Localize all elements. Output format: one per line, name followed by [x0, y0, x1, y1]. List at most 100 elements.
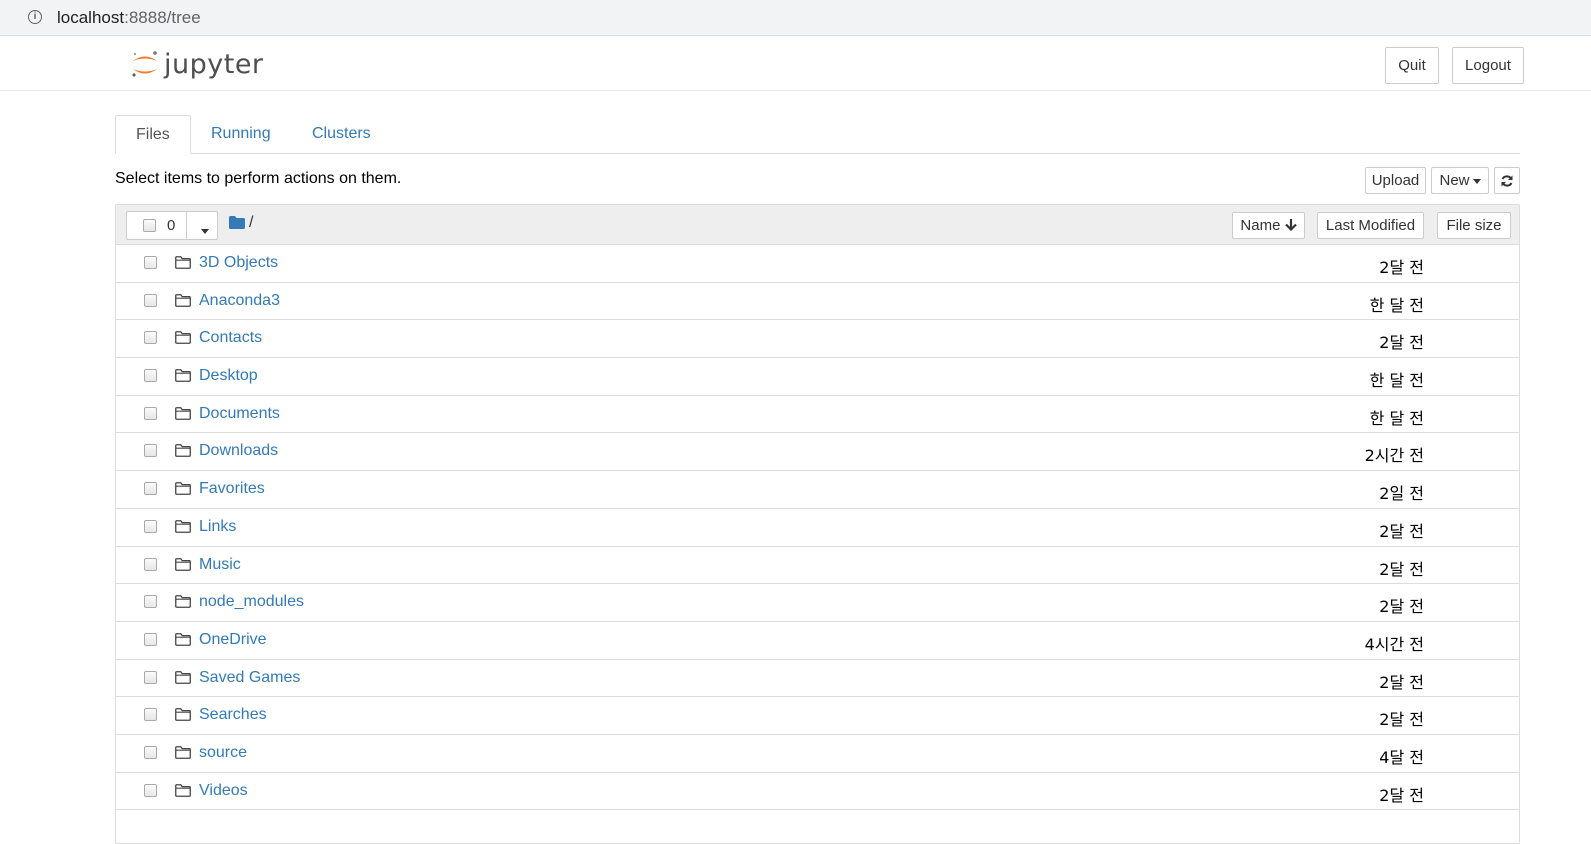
row-checkbox[interactable]	[144, 406, 157, 420]
folder-icon	[175, 519, 191, 533]
table-row[interactable]: node_modules 2달 전	[116, 584, 1519, 622]
logout-button[interactable]: Logout	[1452, 47, 1524, 84]
file-name-link[interactable]: Music	[199, 556, 241, 574]
last-modified: 2달 전	[1379, 333, 1424, 353]
file-name-link[interactable]: Links	[199, 518, 236, 536]
last-modified: 4달 전	[1379, 747, 1424, 767]
refresh-icon	[1501, 175, 1513, 187]
row-checkbox[interactable]	[144, 331, 157, 345]
table-row[interactable]: Desktop 한 달 전	[116, 358, 1519, 396]
row-checkbox[interactable]	[144, 670, 157, 684]
table-row[interactable]: Downloads 2시간 전	[116, 433, 1519, 472]
folder-icon	[175, 708, 191, 722]
row-checkbox[interactable]	[144, 256, 157, 269]
row-checkbox[interactable]	[144, 783, 157, 797]
logo-text: jupyter	[164, 48, 264, 80]
file-name-link[interactable]: Contacts	[199, 329, 262, 347]
file-name-link[interactable]: 3D Objects	[199, 254, 278, 272]
folder-icon	[175, 557, 191, 571]
row-checkbox[interactable]	[144, 369, 157, 383]
file-name-link[interactable]: Desktop	[199, 367, 258, 385]
tab-bar: Files Running Clusters	[115, 115, 1520, 154]
sort-by-modified-button[interactable]: Last Modified	[1317, 212, 1424, 239]
browser-address-bar: i localhost:8888/tree	[0, 0, 1591, 36]
file-name-link[interactable]: node_modules	[199, 593, 304, 611]
tab-running[interactable]: Running	[191, 115, 291, 153]
url-path: :8888/tree	[124, 8, 201, 27]
folder-icon	[175, 444, 191, 458]
row-checkbox[interactable]	[144, 745, 157, 759]
last-modified: 한 달 전	[1369, 371, 1424, 391]
breadcrumb-root[interactable]: /	[249, 214, 253, 232]
file-name-link[interactable]: Documents	[199, 405, 280, 423]
table-row[interactable]: Videos 2달 전	[116, 773, 1519, 811]
file-name-link[interactable]: Favorites	[199, 480, 265, 498]
jupyter-logo[interactable]: jupyter	[130, 46, 264, 82]
table-row[interactable]: Anaconda3 한 달 전	[116, 283, 1519, 321]
table-row[interactable]: source 4달 전	[116, 735, 1519, 773]
sort-name-label: Name	[1240, 217, 1281, 234]
last-modified: 2시간 전	[1364, 446, 1424, 466]
select-menu-toggle[interactable]	[198, 223, 209, 241]
folder-icon	[175, 293, 191, 307]
file-name-link[interactable]: source	[199, 744, 247, 762]
quit-button[interactable]: Quit	[1385, 47, 1439, 84]
jupyter-logo-icon	[132, 51, 157, 77]
row-checkbox[interactable]	[144, 557, 157, 571]
select-all-group: 0	[126, 211, 218, 240]
folder-icon	[175, 746, 191, 759]
file-name-link[interactable]: Downloads	[199, 442, 278, 460]
row-checkbox[interactable]	[144, 632, 157, 646]
folder-icon	[175, 256, 191, 269]
table-row[interactable]: Music 2달 전	[116, 547, 1519, 585]
tab-clusters[interactable]: Clusters	[292, 115, 391, 153]
table-row[interactable]: Documents 한 달 전	[116, 396, 1519, 434]
table-row[interactable]: 3D Objects 2달 전	[116, 245, 1519, 283]
last-modified: 2달 전	[1379, 672, 1424, 692]
refresh-button[interactable]	[1494, 167, 1520, 194]
upload-button[interactable]: Upload	[1365, 167, 1426, 194]
file-name-link[interactable]: Videos	[199, 782, 248, 800]
row-checkbox[interactable]	[144, 293, 157, 307]
last-modified: 4시간 전	[1364, 634, 1424, 654]
last-modified: 2달 전	[1379, 258, 1424, 277]
table-row[interactable]: Contacts 2달 전	[116, 320, 1519, 359]
selected-count: 0	[167, 217, 176, 234]
folder-icon	[175, 783, 191, 797]
last-modified: 한 달 전	[1369, 295, 1424, 315]
caret-down-icon	[1472, 178, 1481, 184]
table-row[interactable]: Saved Games 2달 전	[116, 660, 1519, 698]
file-name-link[interactable]: Anaconda3	[199, 292, 280, 310]
folder-icon	[175, 595, 191, 609]
file-list-header: 0 / Name Last Modified File size	[116, 205, 1519, 245]
sort-by-name-button[interactable]: Name	[1232, 212, 1305, 239]
row-checkbox[interactable]	[144, 519, 157, 533]
file-name-link[interactable]: OneDrive	[199, 631, 267, 649]
tab-files[interactable]: Files	[115, 115, 191, 154]
row-checkbox[interactable]	[144, 482, 157, 496]
sort-by-size-button[interactable]: File size	[1437, 212, 1511, 239]
table-row[interactable]: Links 2달 전	[116, 509, 1519, 547]
row-checkbox[interactable]	[144, 444, 157, 458]
address-field[interactable]	[14, 2, 1591, 34]
new-dropdown-button[interactable]: New	[1431, 167, 1489, 194]
arrow-down-icon	[1284, 219, 1297, 232]
folder-icon	[175, 670, 191, 684]
row-checkbox[interactable]	[144, 708, 157, 722]
folder-icon[interactable]	[229, 216, 245, 229]
table-row[interactable]: Searches 2달 전	[116, 697, 1519, 735]
file-rows: 3D Objects 2달 전 Anaconda3 한 달 전 Contacts 2달 전…	[116, 245, 1519, 811]
folder-icon	[175, 369, 191, 382]
file-list-panel: 0 / Name Last Modified File size 3D Obje…	[115, 204, 1520, 844]
select-all-checkbox[interactable]	[143, 219, 156, 232]
url-text[interactable]: localhost:8888/tree	[57, 8, 201, 28]
file-name-link[interactable]: Searches	[199, 706, 267, 724]
divider	[186, 212, 187, 239]
table-row[interactable]: OneDrive 4시간 전	[116, 622, 1519, 660]
table-row[interactable]: Favorites 2일 전	[116, 471, 1519, 509]
last-modified: 2달 전	[1379, 559, 1424, 579]
site-info-icon[interactable]: i	[28, 10, 42, 24]
row-checkbox[interactable]	[144, 595, 157, 609]
last-modified: 2달 전	[1379, 597, 1424, 617]
file-name-link[interactable]: Saved Games	[199, 669, 300, 687]
